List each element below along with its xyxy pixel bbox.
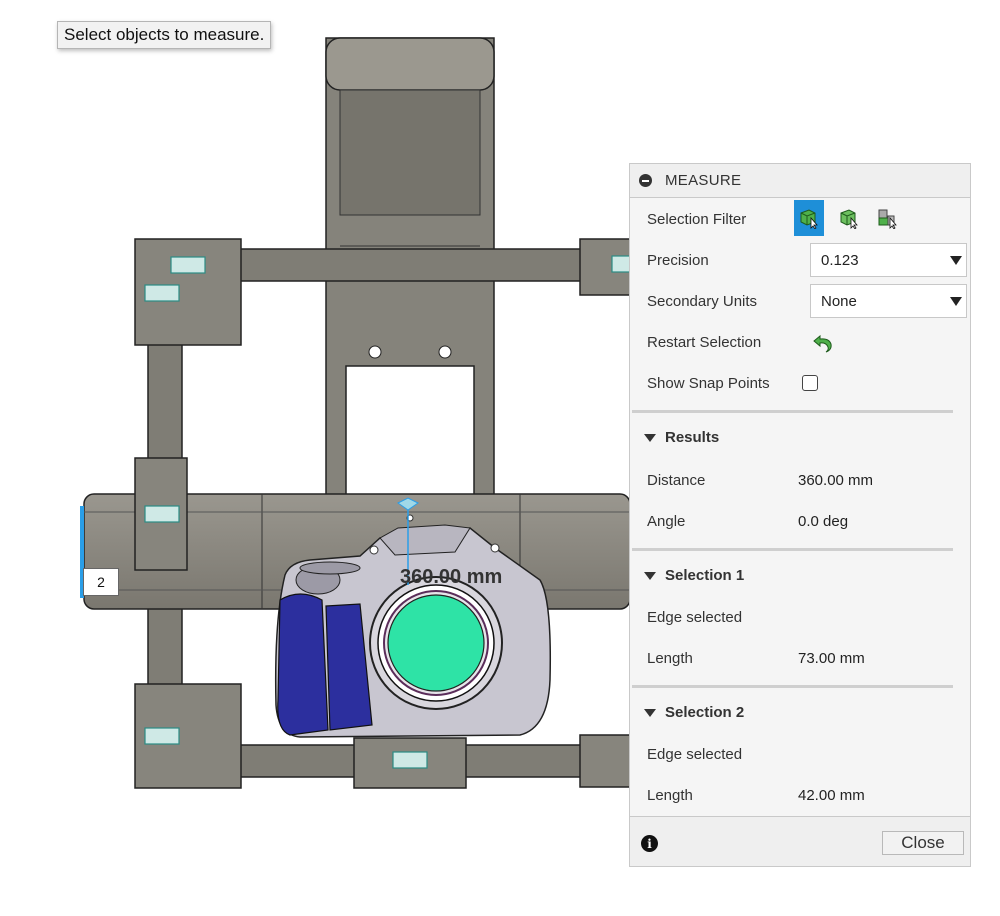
selection1-status: Edge selected	[647, 608, 743, 626]
component-select-icon[interactable]	[873, 200, 903, 236]
selection1-title: Selection 1	[665, 567, 745, 584]
panel-header[interactable]: MEASURE	[630, 164, 970, 198]
collapse-icon[interactable]	[639, 174, 652, 187]
distance-row: Distance 360.00 mm	[647, 463, 952, 497]
precision-row: Precision 0.123	[647, 243, 967, 277]
restart-icon[interactable]	[812, 332, 834, 358]
selection1-length-label: Length	[647, 649, 693, 667]
selection1-status-row: Edge selected	[647, 600, 952, 634]
selection2-length-value: 42.00 mm	[798, 786, 865, 804]
secondary-units-label: Secondary Units	[647, 292, 758, 310]
collapse-triangle-icon	[644, 433, 656, 442]
distance-label: Distance	[647, 471, 706, 489]
selection1-length-value: 73.00 mm	[798, 649, 865, 667]
precision-label: Precision	[647, 251, 709, 269]
face-select-icon[interactable]	[834, 200, 864, 236]
precision-value: 0.123	[821, 251, 859, 269]
results-title: Results	[665, 429, 720, 446]
secondary-units-value: None	[821, 292, 857, 310]
chevron-down-icon	[950, 297, 962, 306]
secondary-units-row: Secondary Units None	[647, 284, 967, 318]
divider	[632, 548, 953, 551]
selection2-length-row: Length 42.00 mm	[647, 778, 952, 812]
selection1-length-row: Length 73.00 mm	[647, 641, 952, 675]
panel-footer: i Close	[630, 816, 970, 866]
body-select-icon[interactable]	[794, 200, 824, 236]
precision-select[interactable]: 0.123	[810, 243, 967, 277]
close-button[interactable]: Close	[882, 831, 964, 855]
selection2-status-row: Edge selected	[647, 737, 952, 771]
divider	[632, 410, 953, 413]
panel-title: MEASURE	[665, 172, 742, 189]
angle-row: Angle 0.0 deg	[647, 504, 952, 538]
angle-label: Angle	[647, 512, 686, 530]
dimension-label: 360.00 mm	[400, 566, 503, 588]
restart-selection-row: Restart Selection	[647, 325, 952, 359]
selection2-status: Edge selected	[647, 745, 743, 763]
snap-points-row: Show Snap Points	[647, 366, 952, 400]
results-header[interactable]: Results	[644, 429, 719, 446]
chevron-down-icon	[950, 256, 962, 265]
info-icon[interactable]: i	[641, 835, 658, 852]
snap-points-label: Show Snap Points	[647, 374, 770, 392]
restart-selection-label: Restart Selection	[647, 333, 762, 351]
selection-filter-label: Selection Filter	[647, 210, 747, 228]
measure-tooltip: Select objects to measure.	[57, 21, 272, 49]
secondary-units-select[interactable]: None	[810, 284, 967, 318]
collapse-triangle-icon	[644, 571, 656, 580]
selection2-title: Selection 2	[665, 704, 745, 721]
selection-marker[interactable]: 2	[83, 568, 119, 596]
selection2-length-label: Length	[647, 786, 693, 804]
divider	[632, 685, 953, 688]
collapse-triangle-icon	[644, 708, 656, 717]
snap-points-checkbox[interactable]	[802, 375, 818, 391]
selection2-header[interactable]: Selection 2	[644, 704, 744, 721]
distance-value: 360.00 mm	[798, 471, 874, 489]
angle-value: 0.0 deg	[798, 512, 849, 530]
selection1-header[interactable]: Selection 1	[644, 567, 744, 584]
measure-panel: MEASURE Selection Filter Precision 0.123…	[629, 163, 971, 867]
